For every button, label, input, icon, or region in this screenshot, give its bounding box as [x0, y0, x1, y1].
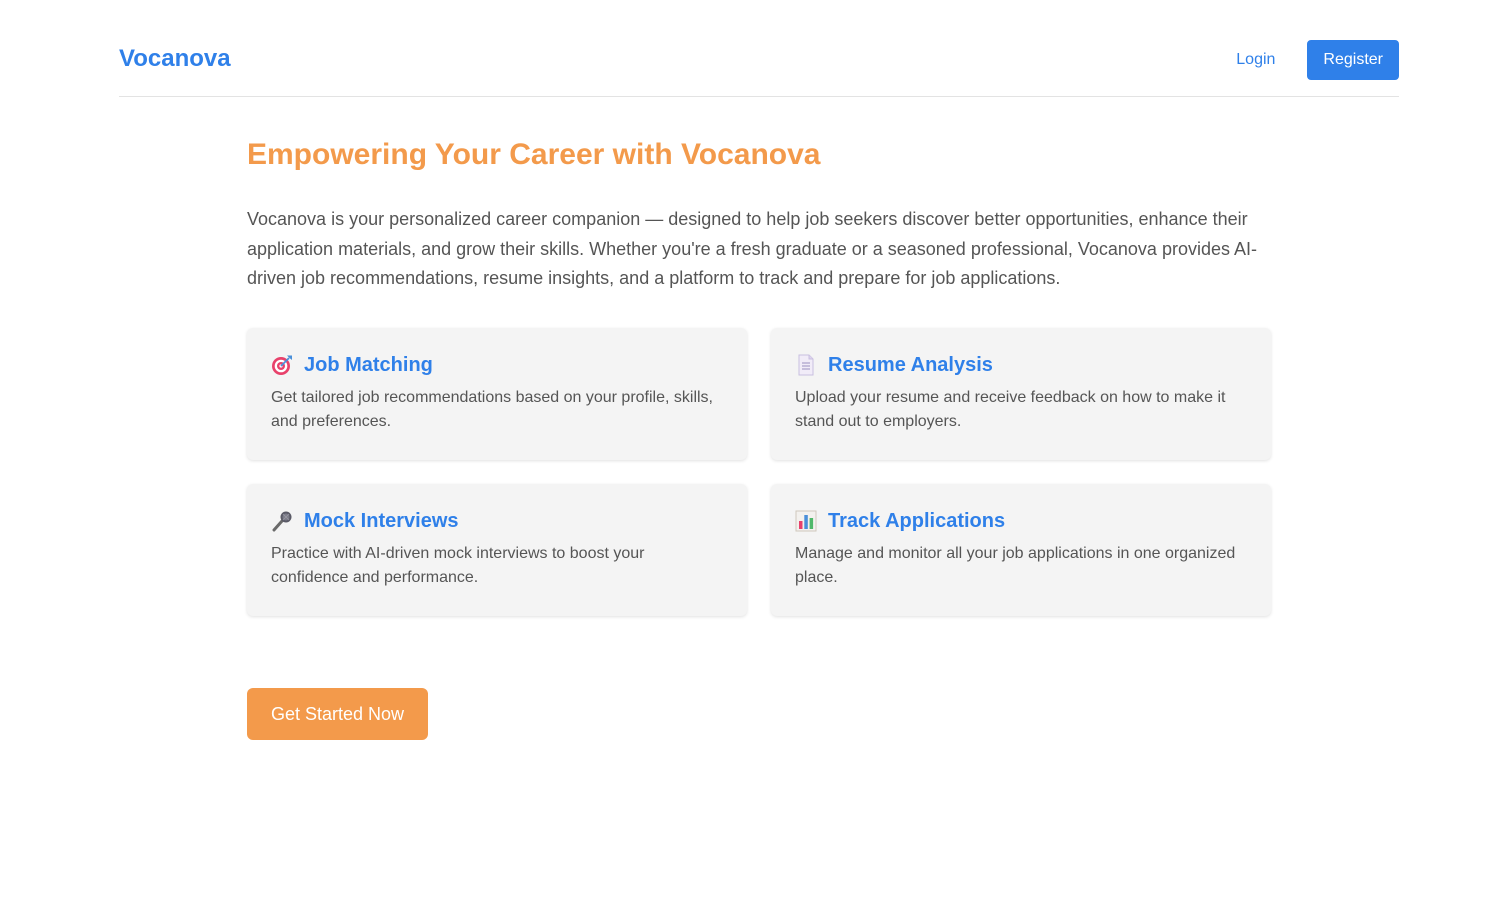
feature-card-job-matching: Job Matching Get tailored job recommenda…: [247, 327, 747, 460]
feature-title-row: Resume Analysis: [795, 352, 1247, 378]
get-started-button[interactable]: Get Started Now: [247, 687, 429, 740]
brand-logo[interactable]: Vocanova: [119, 45, 231, 73]
feature-title-row: Job Matching: [271, 352, 723, 378]
bar-chart-icon: [795, 510, 817, 532]
features-grid: Job Matching Get tailored job recommenda…: [247, 327, 1271, 616]
feature-title: Resume Analysis: [828, 353, 993, 376]
feature-card-resume-analysis: Resume Analysis Upload your resume and r…: [771, 327, 1271, 460]
feature-description: Upload your resume and receive feedback …: [795, 388, 1226, 430]
login-link[interactable]: Login: [1236, 40, 1275, 80]
feature-description: Get tailored job recommendations based o…: [271, 388, 713, 430]
hero-description: Vocanova is your personalized career com…: [247, 209, 1257, 288]
feature-title: Track Applications: [828, 509, 1006, 532]
microphone-icon: [271, 510, 293, 532]
feature-card-mock-interviews: Mock Interviews Practice with AI-driven …: [247, 483, 747, 616]
main-content: Empowering Your Career with Vocanova Voc…: [247, 97, 1271, 740]
feature-title: Job Matching: [304, 353, 433, 376]
feature-description: Manage and monitor all your job applicat…: [795, 544, 1236, 586]
feature-description: Practice with AI-driven mock interviews …: [271, 544, 645, 586]
feature-title: Mock Interviews: [304, 509, 459, 532]
target-icon: [271, 354, 293, 376]
feature-title-row: Mock Interviews: [271, 508, 723, 534]
header-nav: Login Register: [1236, 40, 1399, 80]
site-header: Vocanova Login Register: [119, 0, 1399, 97]
document-icon: [795, 354, 817, 376]
feature-title-row: Track Applications: [795, 508, 1247, 534]
feature-card-track-applications: Track Applications Manage and monitor al…: [771, 483, 1271, 616]
register-button[interactable]: Register: [1307, 40, 1399, 80]
hero-title: Empowering Your Career with Vocanova: [247, 138, 821, 171]
